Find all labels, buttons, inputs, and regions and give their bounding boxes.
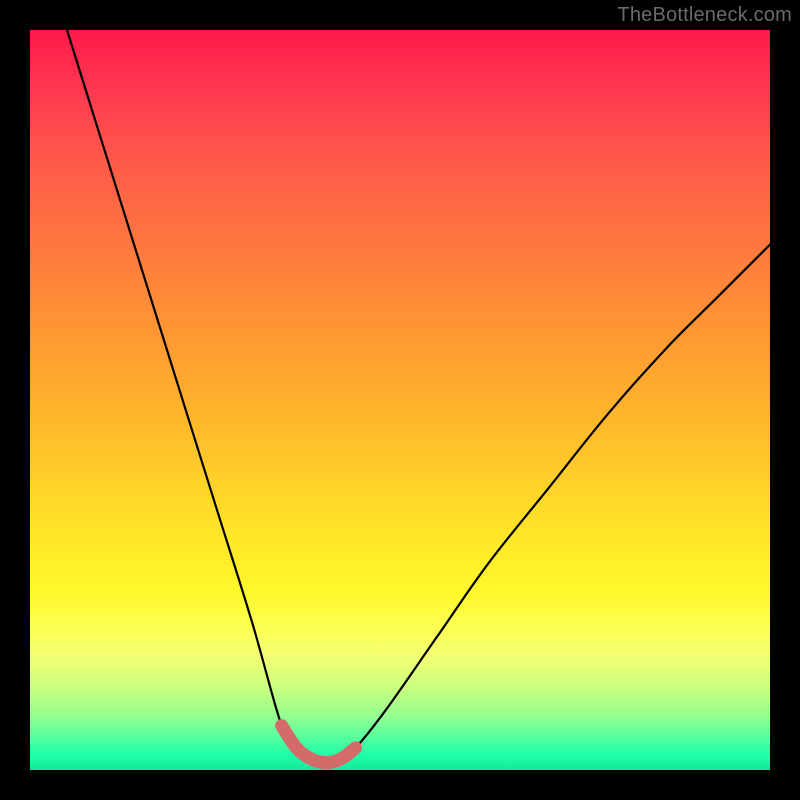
watermark-text: TheBottleneck.com (617, 4, 792, 27)
v-curve (67, 30, 770, 763)
curve-layer (30, 30, 770, 770)
plot-area (30, 30, 770, 770)
chart-frame: TheBottleneck.com (0, 0, 800, 800)
v-curve-minimum-highlight (282, 726, 356, 763)
